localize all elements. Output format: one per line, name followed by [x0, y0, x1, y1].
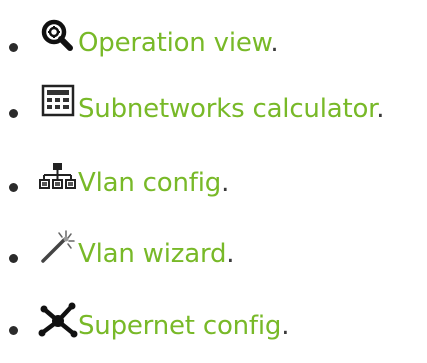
link-line: Supernet config.: [78, 306, 289, 346]
list-item-subnetworks-calculator: Subnetworks calculator.: [0, 83, 427, 131]
bullet-dot: [9, 254, 18, 263]
bullet-dot: [9, 43, 18, 52]
magic-wand-icon[interactable]: [38, 228, 78, 268]
list-item-supernet-config: Supernet config.: [0, 300, 427, 348]
vlan-config-link[interactable]: Vlan config: [78, 168, 221, 198]
operation-view-link[interactable]: Operation view: [78, 28, 271, 58]
period: .: [376, 94, 385, 124]
list-item-vlan-config: Vlan config.: [0, 157, 427, 205]
subnetworks-calculator-link[interactable]: Subnetworks calculator: [78, 94, 376, 124]
bullet-dot: [9, 326, 18, 335]
list-item-operation-view: Operation view.: [0, 17, 427, 65]
supernet-nodes-icon[interactable]: [38, 300, 78, 340]
period: .: [226, 239, 235, 269]
supernet-config-link[interactable]: Supernet config: [78, 311, 281, 341]
link-line: Operation view.: [78, 23, 279, 63]
link-line: Vlan config.: [78, 163, 229, 203]
vlan-wizard-link[interactable]: Vlan wizard: [78, 239, 226, 269]
calculator-icon[interactable]: [38, 83, 78, 123]
link-line: Vlan wizard.: [78, 234, 235, 274]
magnifier-gear-icon[interactable]: [38, 17, 78, 57]
bullet-dot: [9, 183, 18, 192]
network-tree-icon[interactable]: [38, 157, 78, 197]
bullet-dot: [9, 109, 18, 118]
period: .: [281, 311, 290, 341]
period: .: [221, 168, 230, 198]
period: .: [270, 28, 279, 58]
list-item-vlan-wizard: Vlan wizard.: [0, 228, 427, 276]
link-line: Subnetworks calculator.: [78, 89, 385, 129]
